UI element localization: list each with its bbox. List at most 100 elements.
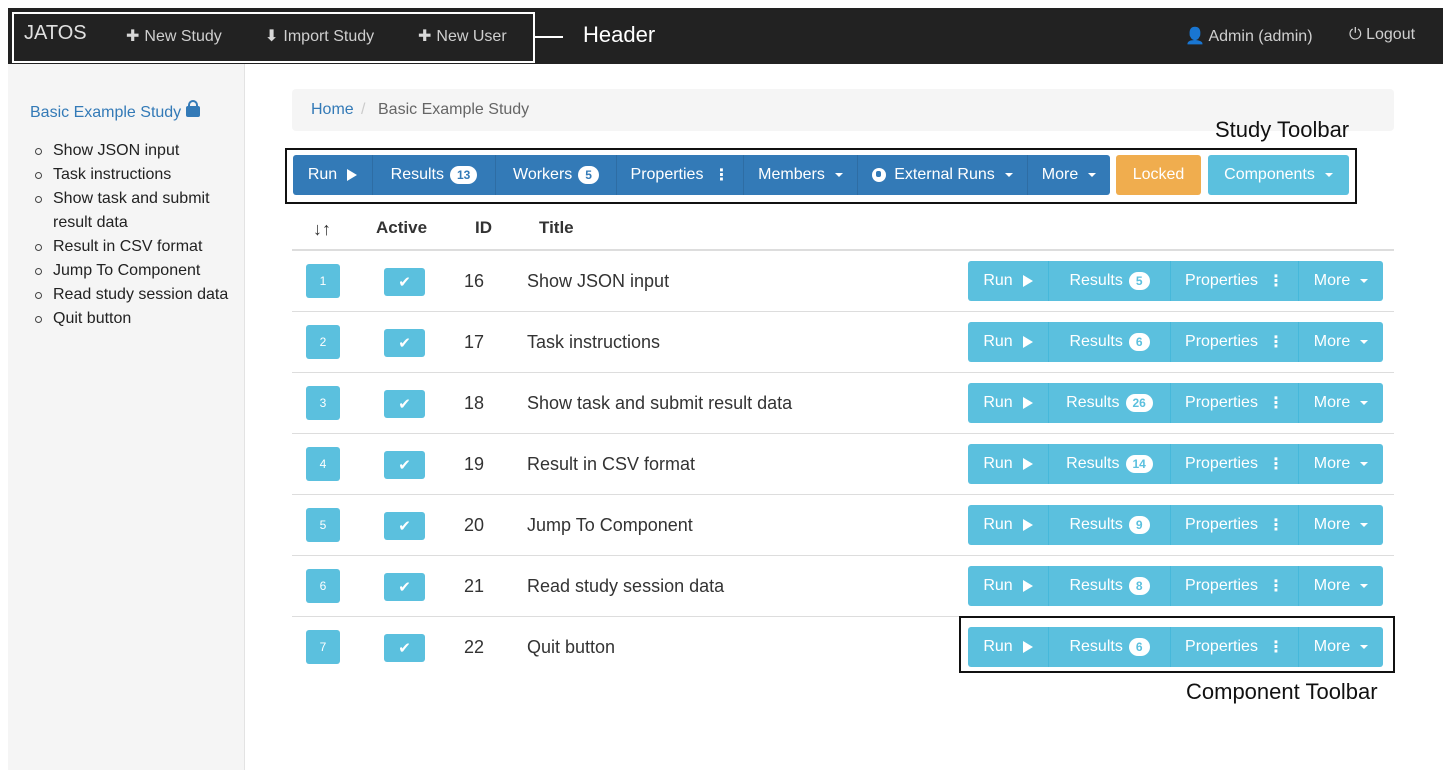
sidebar-item[interactable]: Show task and submit result data — [33, 187, 238, 235]
component-properties-button[interactable]: Properties ⋮ — [1171, 566, 1299, 606]
table-row: 1 ✔ 16 Show JSON input Run Results 5 Prop… — [292, 251, 1394, 312]
play-icon — [1022, 580, 1033, 592]
component-title[interactable]: Read study session data — [527, 576, 724, 597]
component-toolbar-annotation-box — [959, 616, 1395, 673]
caret-down-icon — [1360, 340, 1369, 344]
active-checkbox[interactable]: ✔ — [384, 573, 425, 601]
sidebar-item[interactable]: Task instructions — [33, 163, 238, 187]
component-results-button[interactable]: Results 8 — [1049, 566, 1171, 606]
results-count-badge: 26 — [1125, 394, 1153, 412]
results-label: Results — [1069, 577, 1123, 594]
power-icon: ⏻ — [1349, 26, 1362, 43]
component-results-button[interactable]: Results 9 — [1049, 505, 1171, 545]
logout-button[interactable]: ⏻ Logout — [1349, 26, 1415, 44]
position-button[interactable]: 3 — [306, 386, 340, 420]
component-id: 18 — [464, 393, 485, 413]
active-checkbox[interactable]: ✔ — [384, 634, 425, 662]
component-run-button[interactable]: Run — [968, 566, 1049, 606]
component-properties-button[interactable]: Properties ⋮ — [1171, 383, 1299, 423]
vertical-dots-icon: ⋮ — [1267, 334, 1284, 351]
study-run-button[interactable]: Run — [293, 155, 373, 195]
sidebar-item[interactable]: Jump To Component — [33, 259, 238, 283]
component-more-button[interactable]: More — [1299, 505, 1383, 545]
study-more-button[interactable]: More — [1028, 155, 1110, 195]
active-checkbox[interactable]: ✔ — [384, 268, 425, 296]
component-title[interactable]: Show JSON input — [527, 271, 669, 292]
sidebar-item[interactable]: Quit button — [33, 307, 238, 331]
position-button[interactable]: 4 — [306, 447, 340, 481]
more-label: More — [1313, 577, 1351, 594]
position-button[interactable]: 6 — [306, 569, 340, 603]
active-checkbox[interactable]: ✔ — [384, 512, 425, 540]
component-title[interactable]: Task instructions — [527, 332, 660, 353]
study-properties-button[interactable]: Properties ⋮ — [617, 155, 744, 195]
results-label: Results — [1066, 455, 1120, 472]
table-row: 3 ✔ 18 Show task and submit result data … — [292, 373, 1394, 434]
component-id: 22 — [464, 637, 485, 657]
component-properties-button[interactable]: Properties ⋮ — [1171, 444, 1299, 484]
component-more-button[interactable]: More — [1299, 261, 1383, 301]
sidebar-item[interactable]: Read study session data — [33, 283, 238, 307]
component-more-button[interactable]: More — [1299, 383, 1383, 423]
more-label: More — [1313, 272, 1351, 289]
study-members-button[interactable]: Members — [744, 155, 858, 195]
component-run-button[interactable]: Run — [968, 444, 1049, 484]
sidebar-study-link[interactable]: Basic Example Study — [30, 100, 201, 122]
position-button[interactable]: 5 — [306, 508, 340, 542]
component-results-button[interactable]: Results 6 — [1049, 322, 1171, 362]
component-properties-button[interactable]: Properties ⋮ — [1171, 261, 1299, 301]
run-label: Run — [983, 516, 1013, 533]
component-more-button[interactable]: More — [1299, 322, 1383, 362]
component-run-button[interactable]: Run — [968, 322, 1049, 362]
component-title[interactable]: Show task and submit result data — [527, 393, 792, 414]
component-properties-button[interactable]: Properties ⋮ — [1171, 322, 1299, 362]
component-more-button[interactable]: More — [1299, 566, 1383, 606]
vertical-dots-icon: ⋮ — [1267, 578, 1284, 595]
component-results-button[interactable]: Results 26 — [1049, 383, 1171, 423]
study-results-label: Results — [390, 166, 444, 183]
component-properties-button[interactable]: Properties ⋮ — [1171, 505, 1299, 545]
locked-button[interactable]: Locked — [1116, 155, 1201, 195]
study-results-button[interactable]: Results 13 — [373, 155, 496, 195]
component-title[interactable]: Quit button — [527, 637, 615, 658]
active-checkbox[interactable]: ✔ — [384, 451, 425, 479]
breadcrumb-home-link[interactable]: Home — [311, 101, 354, 119]
more-label: More — [1313, 394, 1351, 411]
components-button[interactable]: Components — [1208, 155, 1349, 195]
sort-icon[interactable]: ↓↑ — [313, 219, 331, 240]
component-title[interactable]: Result in CSV format — [527, 454, 695, 475]
component-id: 17 — [464, 332, 485, 352]
study-run-label: Run — [307, 166, 338, 183]
component-results-button[interactable]: Results 14 — [1049, 444, 1171, 484]
results-count-badge: 9 — [1128, 516, 1150, 534]
logout-label: Logout — [1366, 26, 1416, 43]
header-annotation-box — [12, 12, 535, 63]
sidebar-component-list: Show JSON input Task instructions Show t… — [33, 139, 238, 331]
component-results-button[interactable]: Results 5 — [1049, 261, 1171, 301]
more-label: More — [1313, 455, 1351, 472]
active-checkbox[interactable]: ✔ — [384, 390, 425, 418]
position-button[interactable]: 7 — [306, 630, 340, 664]
study-external-runs-button[interactable]: External Runs — [858, 155, 1028, 195]
user-menu[interactable]: 👤 Admin (admin) — [1185, 26, 1313, 46]
component-run-button[interactable]: Run — [968, 261, 1049, 301]
table-row: 2 ✔ 17 Task instructions Run Results 6 Pr… — [292, 312, 1394, 373]
component-toolbar-annotation: Component Toolbar — [1186, 679, 1378, 704]
column-header-id: ID — [475, 218, 492, 237]
study-toolbar-annotation: Study Toolbar — [1215, 117, 1350, 142]
sidebar-item[interactable]: Result in CSV format — [33, 235, 238, 259]
sidebar: Basic Example Study Show JSON input Task… — [8, 64, 245, 770]
component-run-button[interactable]: Run — [968, 383, 1049, 423]
position-button[interactable]: 1 — [306, 264, 340, 298]
component-title[interactable]: Jump To Component — [527, 515, 693, 536]
properties-label: Properties — [1185, 333, 1258, 350]
component-more-button[interactable]: More — [1299, 444, 1383, 484]
position-button[interactable]: 2 — [306, 325, 340, 359]
sidebar-item[interactable]: Show JSON input — [33, 139, 238, 163]
active-checkbox[interactable]: ✔ — [384, 329, 425, 357]
vertical-dots-icon: ⋮ — [713, 167, 730, 184]
component-run-button[interactable]: Run — [968, 505, 1049, 545]
run-label: Run — [983, 272, 1013, 289]
run-label: Run — [983, 333, 1013, 350]
study-workers-button[interactable]: Workers 5 — [496, 155, 617, 195]
